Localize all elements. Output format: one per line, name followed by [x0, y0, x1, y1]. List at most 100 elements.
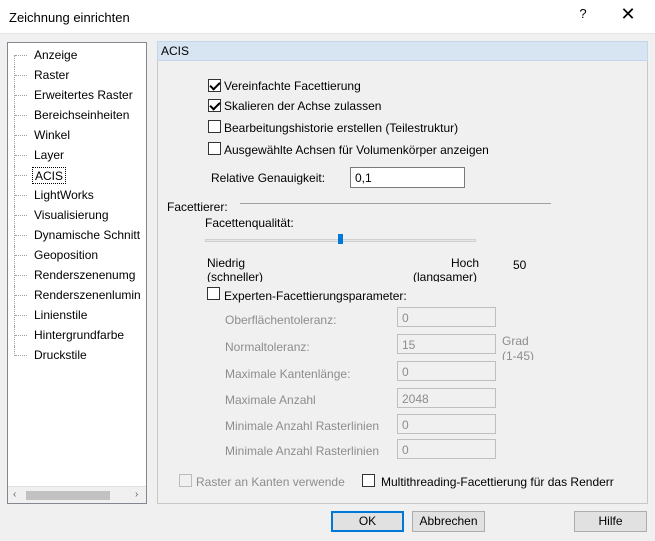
schneller-label-clip: (schneller): [207, 270, 287, 282]
raster-kanten-checkbox[interactable]: [179, 474, 192, 487]
tree-line: [14, 226, 28, 246]
tree-line: [15, 255, 27, 256]
raster1-label-clip: Minimale Anzahl Rasterlinien: [225, 419, 393, 439]
bearbeitungshistorie-label: Bearbeitungshistorie erstellen (Teilestr…: [224, 121, 459, 135]
tree-item-label: Renderszenenumg: [34, 268, 136, 282]
tree-line: [14, 306, 28, 326]
tree-item-label: Layer: [34, 148, 65, 162]
tree-line: [14, 66, 28, 86]
normaltoleranz-input[interactable]: 15: [397, 334, 496, 354]
facettenqualitaet-label: Facettenqualität:: [205, 216, 294, 230]
experten-parameter-checkbox[interactable]: [207, 287, 220, 300]
tree-line: [15, 195, 27, 196]
normaltoleranz-label: Normaltoleranz:: [225, 340, 310, 354]
minimale-rasterlinien-1-input[interactable]: 0: [397, 414, 496, 434]
ok-button[interactable]: OK: [331, 511, 404, 532]
multithreading-label-clip: Multithreading-Facettierung für das Rend…: [381, 475, 641, 491]
tree-line: [14, 106, 28, 126]
tree-item-label: Winkel: [34, 128, 71, 142]
tree-line: [14, 86, 28, 106]
vereinfachte-facettierung-label: Vereinfachte Facettierung: [224, 79, 361, 93]
scroll-left-icon[interactable]: ‹: [13, 489, 16, 500]
tree-item-label: Geoposition: [34, 248, 99, 262]
kantenlaenge-input[interactable]: 0: [397, 361, 496, 381]
tree-item-label: Druckstile: [34, 348, 87, 362]
tree-line: [15, 295, 27, 296]
bearbeitungshistorie-checkbox[interactable]: [208, 120, 221, 133]
tree-line: [14, 186, 28, 206]
tree-line: [15, 55, 27, 56]
tree-line: [15, 275, 27, 276]
tree-line: [15, 115, 27, 116]
niedrig-label: Niedrig: [207, 256, 246, 270]
raster-kanten-label-clip: Raster an Kanten verwende: [196, 475, 354, 491]
experten-parameter-label: Experten-Facettierungsparameter:: [224, 289, 407, 303]
normaltoleranz-range-clip: (1-45): [502, 349, 562, 360]
facettenqualitaet-value: 50: [513, 258, 527, 272]
facettenqualitaet-slider-thumb[interactable]: [338, 234, 343, 244]
tree-line: [14, 166, 28, 186]
title-bar: Zeichnung einrichten ? ✕: [0, 0, 655, 34]
langsamer-label-clip: (langsamer): [413, 270, 503, 282]
tree-item-label: Renderszenenlumin: [34, 288, 141, 302]
tree-line: [15, 95, 27, 96]
multithreading-label: Multithreading-Facettierung für das Rend…: [381, 475, 614, 489]
panel-header: ACIS: [157, 41, 648, 61]
raster-kanten-label: Raster an Kanten verwende: [196, 475, 345, 489]
tree-item-label: Dynamische Schnitt: [34, 228, 141, 242]
tree-line: [14, 146, 28, 166]
normaltoleranz-unit: Grad: [502, 334, 529, 348]
tree-line: [14, 126, 28, 146]
tree-item-label: Visualisierung: [34, 208, 109, 222]
oberflaechentoleranz-input[interactable]: 0: [397, 307, 496, 327]
tree-line: [15, 315, 27, 316]
settings-tree[interactable]: Anzeige Raster Erweitertes Raster Bereic…: [7, 42, 147, 504]
tree-line: [14, 246, 28, 266]
tree-line: [15, 175, 27, 176]
tree-line: [15, 335, 27, 336]
minimale-rasterlinien-2-label: Minimale Anzahl Rasterlinien: [225, 444, 380, 458]
skalieren-achse-label: Skalieren der Achse zulassen: [224, 99, 382, 113]
help-icon[interactable]: ?: [573, 6, 593, 21]
ausgewaehlte-achsen-checkbox[interactable]: [208, 142, 221, 155]
tree-item-label: ACIS: [32, 167, 67, 184]
tree-line: [14, 286, 28, 306]
tree-item-label: Erweitertes Raster: [34, 88, 133, 102]
skalieren-achse-checkbox[interactable]: [208, 99, 221, 112]
window-title: Zeichnung einrichten: [9, 10, 130, 25]
langsamer-label: (langsamer): [413, 270, 478, 282]
tree-item-label: Raster: [34, 68, 70, 82]
vereinfachte-facettierung-checkbox[interactable]: [208, 79, 221, 92]
tree-line: [15, 155, 27, 156]
tree-item-label: LightWorks: [34, 188, 94, 202]
tree-line: [14, 326, 28, 346]
tree-line: [15, 135, 27, 136]
tree-item-label: Hintergrundfarbe: [34, 328, 125, 342]
hilfe-button[interactable]: Hilfe: [574, 511, 647, 532]
maximale-anzahl-input[interactable]: 2048: [397, 388, 496, 408]
tree-line: [14, 266, 28, 286]
scrollbar-thumb[interactable]: [26, 491, 110, 500]
facettierer-label: Facettierer:: [167, 200, 228, 214]
schneller-label: (schneller): [207, 270, 264, 282]
tree-line: [15, 75, 27, 76]
tree-line: [15, 215, 27, 216]
facettierer-separator: [240, 203, 551, 204]
tree-item-label: Anzeige: [34, 48, 78, 62]
hoch-label: Hoch: [451, 256, 480, 270]
close-icon[interactable]: ✕: [616, 4, 640, 25]
abbrechen-button[interactable]: Abbrechen: [412, 511, 485, 532]
relative-genauigkeit-input[interactable]: 0,1: [350, 167, 465, 188]
ausgewaehlte-achsen-label: Ausgewählte Achsen für Volumenkörper anz…: [224, 143, 489, 157]
tree-item-label: Bereichseinheiten: [34, 108, 130, 122]
relative-genauigkeit-label: Relative Genauigkeit:: [211, 171, 326, 185]
minimale-rasterlinien-1-label: Minimale Anzahl Rasterlinien: [225, 419, 380, 433]
tree-line: [15, 355, 27, 356]
tree-line: [15, 235, 27, 236]
kantenlaenge-label: Maximale Kantenlänge:: [225, 367, 351, 381]
multithreading-checkbox[interactable]: [362, 474, 375, 487]
maximale-anzahl-label: Maximale Anzahl: [225, 393, 316, 407]
scroll-right-icon[interactable]: ›: [135, 489, 138, 500]
tree-horizontal-scrollbar[interactable]: ‹ ›: [8, 486, 146, 503]
minimale-rasterlinien-2-input[interactable]: 0: [397, 439, 496, 459]
